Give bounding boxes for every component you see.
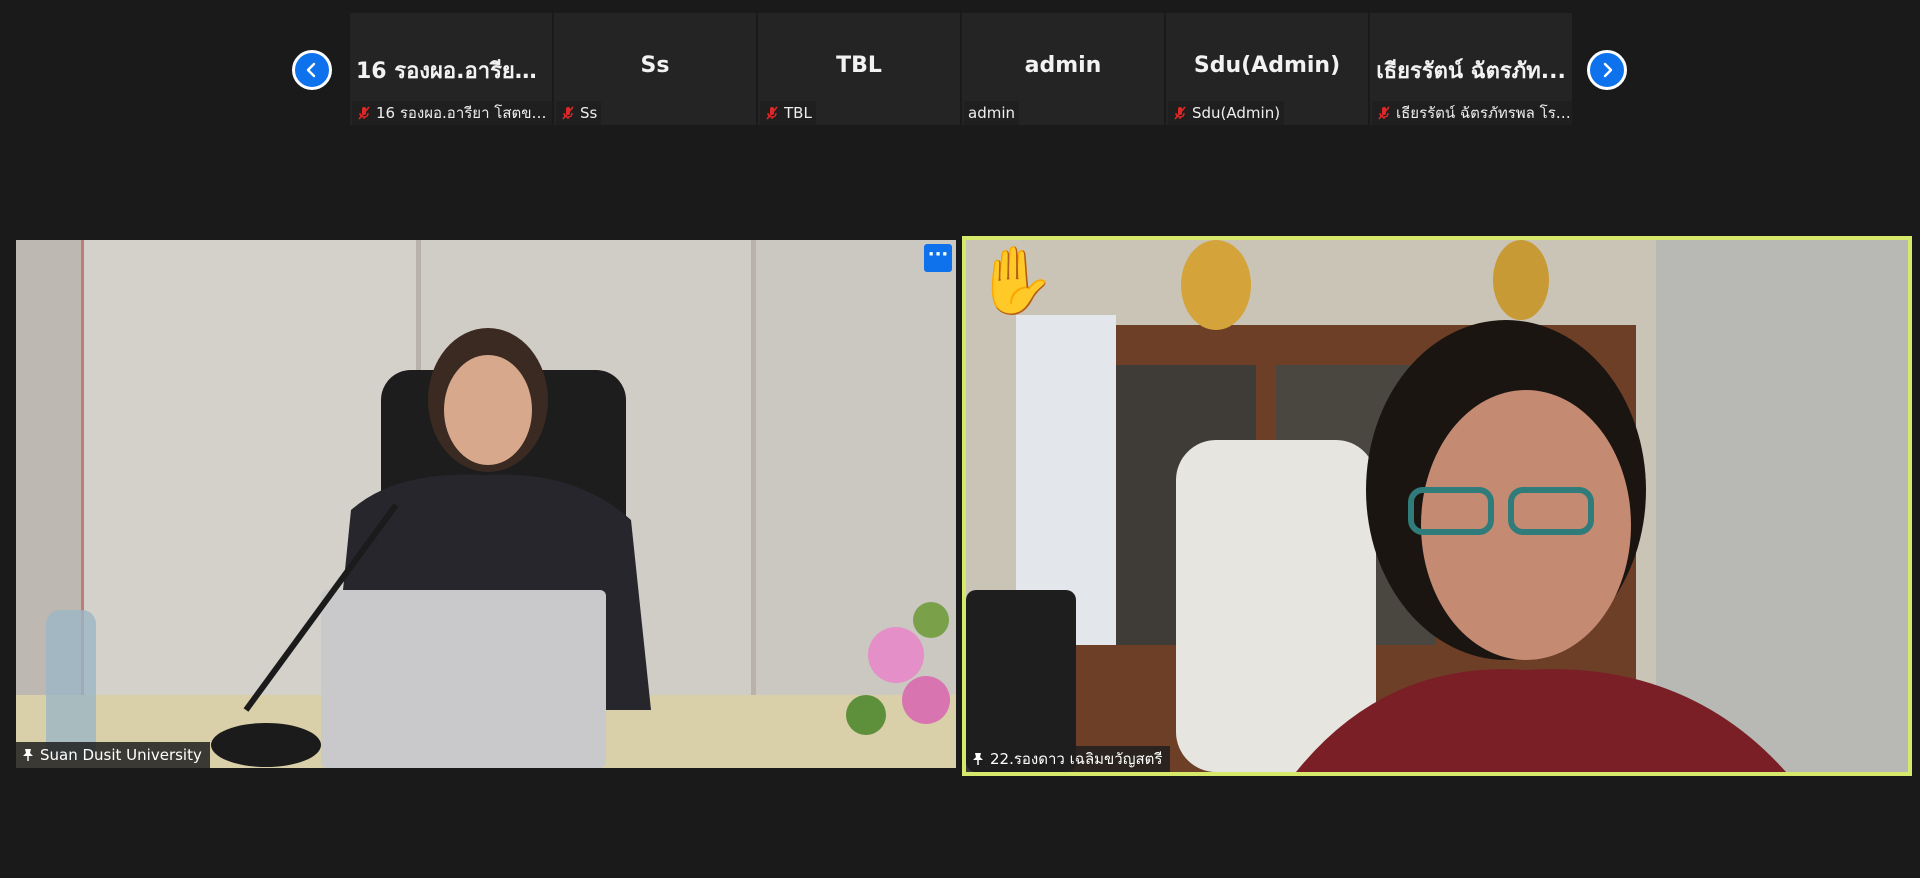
participant-display-name: 16 รองผอ.อารียา... — [356, 59, 552, 84]
participant-thumbnail[interactable]: Ss Ss — [554, 13, 756, 125]
participant-label: เธียรรัตน์ ฉัตรภัทรพล โรงเ... — [1396, 104, 1572, 122]
participant-name-tag: Sdu(Admin) — [1168, 101, 1285, 125]
mic-muted-icon — [766, 106, 778, 120]
more-options-button[interactable]: ··· — [924, 244, 952, 272]
video-tile-right[interactable]: ✋ 22.รองดาว เฉลิมขวัญสตรี — [962, 236, 1912, 776]
participant-display-name: admin — [1024, 53, 1102, 78]
participant-label: TBL — [784, 104, 812, 122]
mic-muted-icon — [358, 106, 370, 120]
participant-name-tag: admin — [964, 101, 1019, 125]
participant-label: Suan Dusit University — [40, 746, 202, 764]
gallery-prev-button[interactable] — [292, 50, 332, 90]
participant-name-tag: 22.รองดาว เฉลิมขวัญสตรี — [966, 746, 1171, 772]
video-feed — [966, 240, 1908, 772]
participant-thumbnail[interactable]: Sdu(Admin) Sdu(Admin) — [1166, 13, 1368, 125]
pin-icon — [973, 753, 983, 765]
participant-name-tag: Ss — [556, 101, 602, 125]
participant-display-name: เธียรรัตน์ ฉัตรภัท... — [1376, 59, 1566, 84]
participant-thumbnail[interactable]: TBL TBL — [758, 13, 960, 125]
chevron-left-icon — [306, 62, 316, 78]
participant-name-tag: TBL — [760, 101, 816, 125]
participant-thumbnail[interactable]: admin admin — [962, 13, 1164, 125]
participant-label: admin — [968, 104, 1015, 122]
participant-thumbnail[interactable]: เธียรรัตน์ ฉัตรภัท... เธียรรัตน์ ฉัตรภัท… — [1370, 13, 1572, 125]
gallery-next-button[interactable] — [1587, 50, 1627, 90]
pin-icon — [23, 749, 33, 761]
participant-label: Sdu(Admin) — [1192, 104, 1281, 122]
chevron-right-icon — [1603, 62, 1613, 78]
participant-label: 22.รองดาว เฉลิมขวัญสตรี — [990, 750, 1163, 768]
mic-muted-icon — [1378, 106, 1390, 120]
mic-muted-icon — [562, 106, 574, 120]
video-tile-left[interactable]: ··· Suan Dusit University — [16, 240, 956, 768]
participant-display-name: Sdu(Admin) — [1193, 53, 1341, 78]
participant-thumbnail[interactable]: 16 รองผอ.อารียา... 16 รองผอ.อารียา โสตขอ… — [350, 13, 552, 125]
participant-label: 16 รองผอ.อารียา โสตขอน... — [376, 104, 552, 122]
mic-muted-icon — [1174, 106, 1186, 120]
participant-name-tag: 16 รองผอ.อารียา โสตขอน... — [352, 101, 552, 125]
participant-name-tag: เธียรรัตน์ ฉัตรภัทรพล โรงเ... — [1372, 101, 1572, 125]
participant-display-name: Ss — [640, 53, 670, 78]
participant-display-name: TBL — [836, 53, 882, 78]
raised-hand-icon: ✋ — [974, 242, 1057, 319]
participant-label: Ss — [580, 104, 598, 122]
participant-name-tag: Suan Dusit University — [16, 742, 210, 768]
participant-strip: 16 รองผอ.อารียา... 16 รองผอ.อารียา โสตขอ… — [350, 13, 1572, 125]
video-feed — [16, 240, 956, 768]
